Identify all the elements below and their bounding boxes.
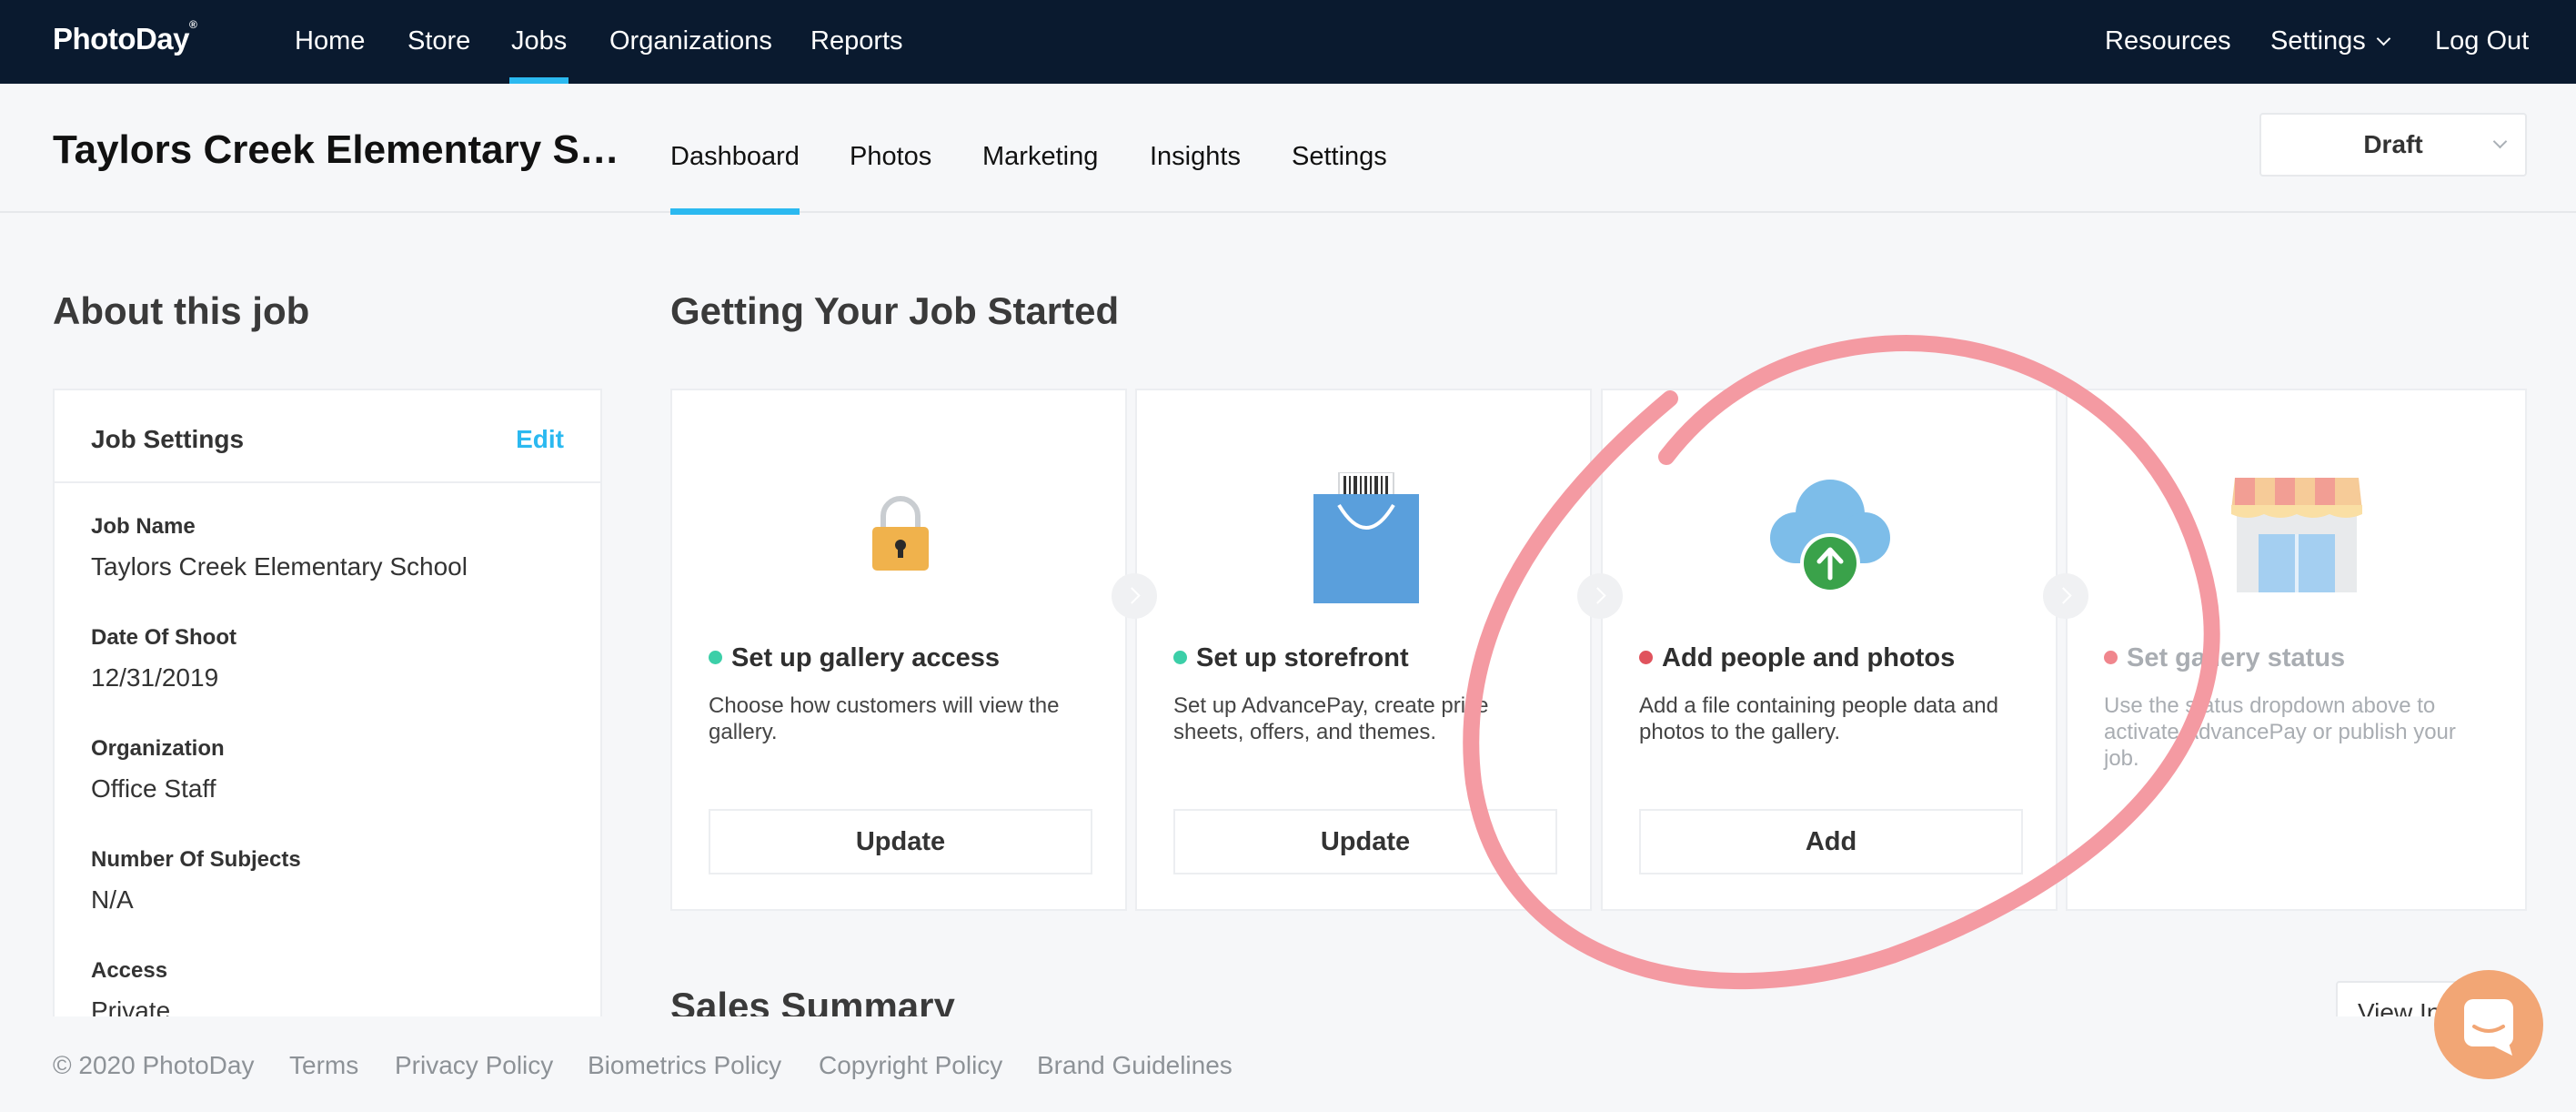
add-people-photos-button[interactable]: Add <box>1639 809 2023 874</box>
chat-launcher-button[interactable] <box>2434 970 2543 1079</box>
footer-link-copyright[interactable]: Copyright Policy <box>819 1051 1002 1080</box>
field-value: Private <box>91 996 171 1016</box>
field-label: Date Of Shoot <box>91 625 236 650</box>
getting-started-heading: Getting Your Job Started <box>670 289 1120 332</box>
nav-settings[interactable]: Settings <box>2270 0 2391 84</box>
card-description: Use the status dropdown above to activat… <box>2104 693 2456 771</box>
step-arrow-icon <box>2043 573 2088 619</box>
footer-link-biometrics[interactable]: Biometrics Policy <box>588 1051 781 1080</box>
chevron-down-icon <box>2376 31 2391 46</box>
card-description: Add a file containing people data and ph… <box>1639 693 1998 744</box>
card-title: Set gallery status <box>2104 643 2345 673</box>
tab-photos[interactable]: Photos <box>850 84 931 213</box>
field-value: Taylors Creek Elementary School <box>91 552 468 581</box>
card-title: Set up gallery access <box>709 643 1000 673</box>
field-label: Number Of Subjects <box>91 847 301 872</box>
storefront-icon <box>2231 478 2362 592</box>
panel-title: Job Settings <box>91 425 245 453</box>
job-settings-panel: Job Settings Edit Job Name Taylors Creek… <box>53 389 602 1016</box>
field-value: N/A <box>91 885 134 914</box>
nav-store[interactable]: Store <box>408 0 470 84</box>
job-status-select[interactable]: Draft <box>2259 113 2527 177</box>
field-value: 12/31/2019 <box>91 663 219 692</box>
status-dot <box>2104 651 2118 664</box>
job-header: Taylors Creek Elementary S… Dashboard Ph… <box>0 84 2576 215</box>
footer: © 2020 PhotoDay Terms Privacy Policy Bio… <box>0 1016 2576 1112</box>
footer-link-terms[interactable]: Terms <box>289 1051 358 1080</box>
tab-dashboard[interactable]: Dashboard <box>670 84 800 215</box>
nav-home[interactable]: Home <box>295 0 365 84</box>
card-storefront: Set up storefront Set up AdvancePay, cre… <box>1135 389 1592 911</box>
tab-marketing[interactable]: Marketing <box>982 84 1098 213</box>
nav-settings-label: Settings <box>2270 26 2366 56</box>
status-dot <box>1173 651 1187 664</box>
field-label: Organization <box>91 736 225 761</box>
nav-logout[interactable]: Log Out <box>2435 0 2529 84</box>
photoday-logo[interactable]: PhotoDay® <box>53 18 197 56</box>
job-status-value: Draft <box>2363 130 2423 158</box>
card-title: Set up storefront <box>1173 643 1409 673</box>
card-gallery-status: Set gallery status Use the status dropdo… <box>2066 389 2527 911</box>
chat-icon <box>2464 999 2513 1056</box>
step-arrow-icon <box>1577 573 1623 619</box>
top-nav: PhotoDay® Home Store Jobs Organizations … <box>0 0 2576 84</box>
status-dot <box>1639 651 1653 664</box>
field-value: Office Staff <box>91 774 216 803</box>
cloud-upload-icon <box>1770 480 1890 593</box>
job-title: Taylors Creek Elementary S… <box>53 127 619 172</box>
nav-jobs[interactable]: Jobs <box>508 0 569 84</box>
card-description: Choose how customers will view the galle… <box>709 693 1060 744</box>
card-gallery-access: Set up gallery access Choose how custome… <box>670 389 1127 911</box>
card-title: Add people and photos <box>1639 643 1955 673</box>
tab-settings[interactable]: Settings <box>1292 84 1387 213</box>
field-label: Job Name <box>91 514 196 539</box>
footer-link-privacy[interactable]: Privacy Policy <box>395 1051 553 1080</box>
shopping-bag-icon <box>1313 472 1419 603</box>
lock-icon <box>872 496 929 571</box>
status-dot <box>709 651 722 664</box>
chevron-down-icon <box>2492 134 2508 149</box>
panel-header: Job Settings Edit <box>55 390 600 483</box>
nav-resources[interactable]: Resources <box>2105 0 2231 84</box>
card-people-photos: Add people and photos Add a file contain… <box>1601 389 2058 911</box>
copyright-text: © 2020 PhotoDay <box>53 1051 255 1079</box>
tab-insights[interactable]: Insights <box>1150 84 1241 213</box>
update-storefront-button[interactable]: Update <box>1173 809 1557 874</box>
edit-job-settings-link[interactable]: Edit <box>516 425 564 454</box>
nav-organizations[interactable]: Organizations <box>609 0 772 84</box>
footer-link-brand-guidelines[interactable]: Brand Guidelines <box>1037 1051 1233 1080</box>
field-label: Access <box>91 958 168 983</box>
nav-reports[interactable]: Reports <box>810 0 903 84</box>
step-arrow-icon <box>1112 573 1157 619</box>
about-heading: About this job <box>53 289 310 332</box>
update-gallery-access-button[interactable]: Update <box>709 809 1092 874</box>
card-description: Set up AdvancePay, create price sheets, … <box>1173 693 1489 744</box>
